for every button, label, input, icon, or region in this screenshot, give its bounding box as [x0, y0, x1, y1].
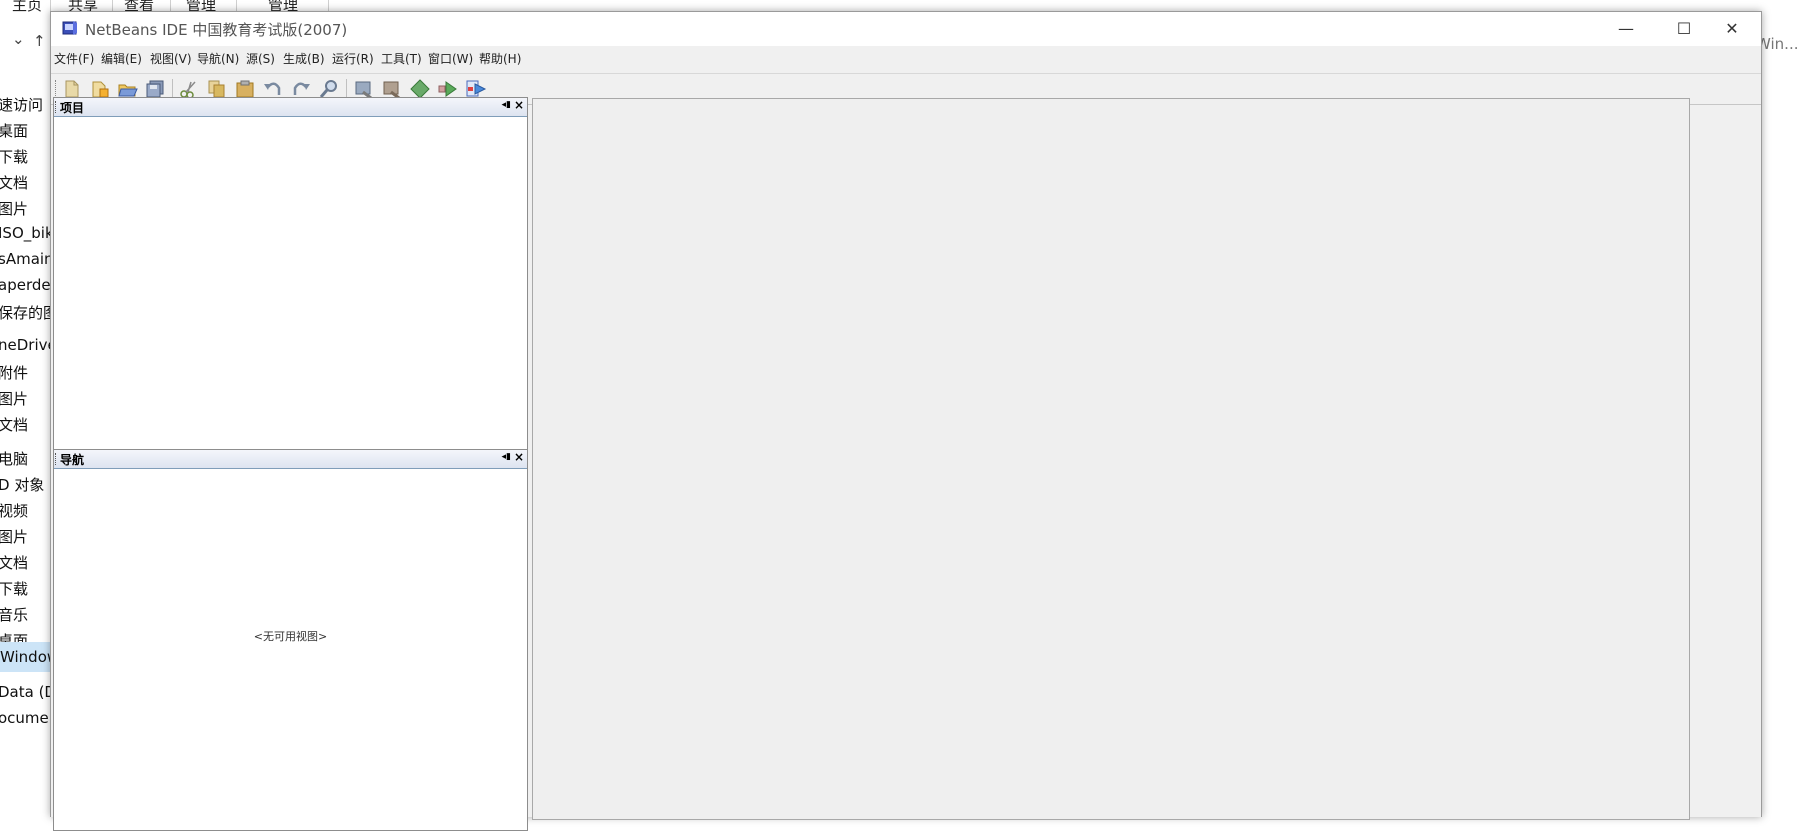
explorer-nav-buttons: ⌄ ↑: [0, 30, 50, 60]
menu-bar: 文件(F) 编辑(E) 视图(V) 导航(N) 源(S) 生成(B) 运行(R)…: [51, 47, 1761, 69]
projects-panel: 项目 ◂▮ ×: [53, 97, 528, 451]
editor-area[interactable]: [532, 98, 1690, 820]
menu-source[interactable]: 源(S): [246, 50, 275, 67]
sidebar-item-pictures[interactable]: 图片: [0, 198, 28, 219]
menu-view[interactable]: 视图(V): [150, 50, 192, 67]
up-arrow-icon[interactable]: ↑: [33, 32, 46, 50]
navigator-panel-header[interactable]: 导航 ◂▮ ×: [54, 450, 527, 469]
menu-window[interactable]: 窗口(W): [428, 50, 473, 67]
navigator-empty-message: <无可用视图>: [253, 630, 328, 643]
panel-grip[interactable]: [55, 101, 58, 113]
window-title: NetBeans IDE 中国教育考试版(2007): [85, 21, 348, 39]
title-bar[interactable]: NetBeans IDE 中国教育考试版(2007) — ☐ ✕: [51, 12, 1761, 46]
minimize-panel-icon[interactable]: ◂▮: [502, 100, 511, 110]
netbeans-window: NetBeans IDE 中国教育考试版(2007) — ☐ ✕ 文件(F) 编…: [50, 11, 1762, 831]
netbeans-app-icon: [62, 21, 77, 35]
close-panel-icon[interactable]: ×: [514, 450, 524, 464]
navigator-panel: 导航 ◂▮ × <无可用视图>: [53, 449, 528, 831]
panel-grip[interactable]: [55, 453, 58, 465]
sidebar-item-documents[interactable]: 文档: [0, 414, 28, 435]
sidebar-item-pictures[interactable]: 图片: [0, 526, 28, 547]
sidebar-item-windows-drive[interactable]: Window: [0, 642, 52, 672]
sidebar-item-saved-pictures[interactable]: 保存的图: [0, 302, 52, 323]
sidebar-item-music[interactable]: 音乐: [0, 604, 28, 625]
menu-file[interactable]: 文件(F): [54, 50, 94, 67]
sidebar-item-this-pc[interactable]: 电脑: [0, 448, 28, 469]
sidebar-item-folder[interactable]: sAmain: [0, 250, 52, 268]
explorer-sidebar: 速访问 桌面 下载 文档 图片 ISO_bik sAmain aperde 保存…: [0, 90, 52, 816]
sidebar-item-downloads[interactable]: 下载: [0, 146, 28, 167]
ribbon-tab-home[interactable]: 主页: [12, 0, 42, 15]
menu-navigate[interactable]: 导航(N): [197, 50, 239, 67]
sidebar-item-downloads[interactable]: 下载: [0, 578, 28, 599]
search-input[interactable]: Win...: [1756, 35, 1797, 53]
sidebar-item-data-drive[interactable]: Data (D:): [0, 683, 52, 701]
minimize-panel-icon[interactable]: ◂▮: [502, 452, 511, 462]
chevron-down-icon[interactable]: ⌄: [12, 30, 25, 48]
sidebar-item-documents[interactable]: 文档: [0, 552, 28, 573]
menu-tools[interactable]: 工具(T): [381, 50, 422, 67]
sidebar-item-folder[interactable]: ISO_bik: [0, 224, 52, 242]
menu-help[interactable]: 帮助(H): [479, 50, 521, 67]
sidebar-item-folder[interactable]: aperde: [0, 276, 51, 294]
sidebar-item-documents[interactable]: ocume: [0, 709, 49, 727]
toolbar-grip[interactable]: [55, 80, 59, 98]
menu-build[interactable]: 生成(B): [283, 50, 325, 67]
projects-panel-header[interactable]: 项目 ◂▮ ×: [54, 98, 527, 117]
sidebar-item-quick-access[interactable]: 速访问: [0, 94, 43, 115]
sidebar-item-documents[interactable]: 文档: [0, 172, 28, 193]
menu-run[interactable]: 运行(R): [332, 50, 374, 67]
sidebar-item-onedrive[interactable]: neDrive: [0, 336, 52, 354]
close-panel-icon[interactable]: ×: [514, 98, 524, 112]
sidebar-item-attachments[interactable]: 附件: [0, 362, 28, 383]
minimize-button[interactable]: —: [1597, 12, 1655, 46]
projects-panel-title: 项目: [60, 101, 85, 115]
toolbar-separator: [172, 79, 173, 99]
sidebar-item-3d-objects[interactable]: D 对象: [0, 474, 44, 495]
navigator-panel-title: 导航: [60, 453, 85, 467]
sidebar-item-desktop[interactable]: 桌面: [0, 120, 28, 141]
close-button[interactable]: ✕: [1703, 12, 1761, 46]
toolbar-separator: [346, 79, 347, 99]
sidebar-item-pictures[interactable]: 图片: [0, 388, 28, 409]
menu-edit[interactable]: 编辑(E): [101, 50, 142, 67]
sidebar-item-videos[interactable]: 视频: [0, 500, 28, 521]
